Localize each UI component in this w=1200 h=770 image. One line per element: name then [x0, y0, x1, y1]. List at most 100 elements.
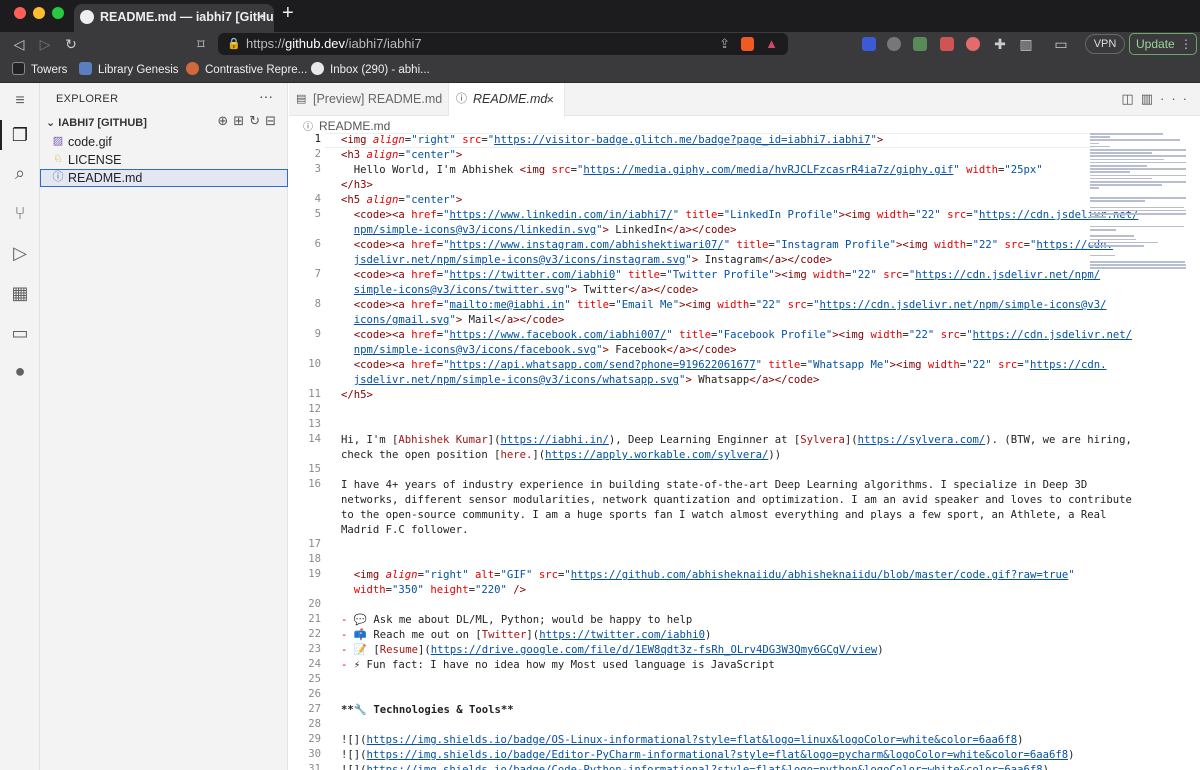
- minimap-line: [1090, 267, 1186, 269]
- split-editor-icon[interactable]: ▥: [1141, 91, 1160, 106]
- new-file-icon[interactable]: ⊕: [217, 113, 233, 128]
- sidebar-toggle-icon[interactable]: ▥: [1017, 35, 1035, 53]
- reload-icon[interactable]: ↻: [62, 35, 80, 53]
- line-number: 28: [308, 718, 321, 730]
- workspace-name: IABHI7 [GITHUB]: [58, 117, 147, 129]
- code-line: <h5 align="center">: [341, 194, 463, 206]
- files-icon[interactable]: ❐: [8, 123, 32, 147]
- new-tab-button[interactable]: +: [282, 2, 294, 25]
- file-item[interactable]: ♘ LICENSE: [40, 151, 288, 169]
- line-number: 22: [308, 628, 321, 640]
- refresh-icon[interactable]: ↻: [249, 113, 265, 128]
- menu-icon[interactable]: ≡: [8, 89, 32, 113]
- code-line: <code><a href="https://www.linkedin.com/…: [353, 209, 1139, 221]
- bookmark-label: Inbox (290) - abhi...: [330, 64, 430, 76]
- bookmark-label: Towers: [31, 64, 68, 76]
- line-number: 7: [314, 268, 321, 280]
- new-folder-icon[interactable]: ⊞: [233, 113, 249, 128]
- code-line: ![](https://img.shields.io/badge/Editor-…: [341, 749, 1075, 761]
- line-number: 11: [308, 388, 321, 400]
- editor-tabs: ▤ [Preview] README.md ⓘ README.md × ◫▥···: [289, 83, 1200, 117]
- forward-icon[interactable]: ▷: [36, 35, 54, 53]
- chevron-down-icon: ⌄: [46, 117, 59, 129]
- tab-close-icon[interactable]: ×: [256, 4, 264, 30]
- extension-icon[interactable]: [913, 37, 927, 51]
- bookmark-icon[interactable]: ⌑: [192, 35, 210, 53]
- source-control-icon[interactable]: ⑂: [8, 201, 32, 225]
- close-icon[interactable]: ×: [546, 83, 554, 116]
- bookmark-item[interactable]: Contrastive Repre...: [186, 62, 307, 77]
- more-icon[interactable]: ⋮: [1180, 34, 1192, 54]
- extension-icon[interactable]: [862, 37, 876, 51]
- bookmark-item[interactable]: Library Genesis: [79, 62, 179, 77]
- more-actions-icon[interactable]: ···: [259, 88, 273, 104]
- explorer-actions: ⊕⊞↻⊟: [217, 113, 281, 129]
- line-number: 8: [314, 298, 321, 310]
- tab-preview[interactable]: ▤ [Preview] README.md: [289, 83, 449, 116]
- browser-tab[interactable]: README.md — iabhi7 [GitHub] ×: [74, 4, 274, 32]
- address-bar[interactable]: 🔒 https://github.dev/iabhi7/iabhi7 ⇪ ▲: [218, 33, 788, 55]
- file-item[interactable]: ▨ code.gif: [40, 133, 288, 151]
- minimap[interactable]: [1090, 133, 1188, 313]
- file-item-selected[interactable]: ⓘ README.md: [40, 169, 288, 187]
- code-line: - ⚡ Fun fact: I have no idea how my Most…: [341, 659, 775, 671]
- search-icon[interactable]: ⌕: [8, 161, 32, 185]
- info-icon: ⓘ: [456, 93, 467, 105]
- more-actions-icon[interactable]: ···: [1160, 91, 1194, 106]
- bookmark-item[interactable]: Inbox (290) - abhi...: [311, 62, 430, 77]
- line-number: 10: [308, 358, 321, 370]
- minimap-line: [1090, 161, 1186, 164]
- open-preview-icon[interactable]: ◫: [1121, 91, 1140, 106]
- close-window-button[interactable]: [14, 7, 26, 19]
- line-number: 3: [314, 163, 321, 175]
- minimap-line: [1090, 213, 1186, 215]
- extension-icon[interactable]: [966, 37, 980, 51]
- preview-icon: ▤: [296, 93, 307, 105]
- tab-readme[interactable]: ⓘ README.md ×: [449, 83, 565, 117]
- line-number: 1: [314, 133, 321, 145]
- line-number: 17: [308, 538, 321, 550]
- code-line: ![](https://img.shields.io/badge/OS-Linu…: [341, 734, 1024, 746]
- code-line: </h5>: [341, 389, 373, 401]
- line-number: 31: [308, 763, 321, 770]
- line-number: 9: [314, 328, 321, 340]
- bookmark-item[interactable]: Towers: [12, 62, 67, 77]
- code-line: </h3>: [341, 179, 373, 191]
- code-line: to the open-source community. I am a hug…: [341, 509, 1107, 521]
- minimize-window-button[interactable]: [33, 7, 45, 19]
- brave-rewards-icon[interactable]: ▲: [765, 33, 778, 55]
- extensions-icon[interactable]: ▦: [8, 281, 32, 305]
- image-icon: ▨: [52, 135, 64, 147]
- vpn-button[interactable]: VPN: [1085, 34, 1125, 54]
- minimap-line: [1090, 142, 1099, 145]
- update-label: Update: [1136, 37, 1175, 51]
- github-icon[interactable]: ●: [8, 359, 32, 383]
- minimap-line: [1090, 197, 1186, 199]
- wallet-icon[interactable]: ▭: [1052, 35, 1070, 53]
- line-number: 27: [308, 703, 321, 715]
- info-icon: ⓘ: [303, 122, 313, 133]
- pocket-icon[interactable]: [940, 37, 954, 51]
- minimap-line: [1090, 155, 1186, 157]
- back-icon[interactable]: ◁: [10, 35, 28, 53]
- remote-icon[interactable]: ▭: [8, 321, 32, 345]
- paper-icon: [186, 62, 199, 75]
- minimap-line: [1090, 254, 1115, 257]
- collapse-all-icon[interactable]: ⊟: [265, 113, 281, 128]
- maximize-window-button[interactable]: [52, 7, 64, 19]
- minimap-line: [1090, 133, 1163, 135]
- shield-extension-icon[interactable]: [887, 37, 901, 51]
- minimap-line: [1090, 238, 1137, 241]
- puzzle-icon[interactable]: ✚: [991, 35, 1009, 53]
- code-line: - 📝 [Resume](https://drive.google.com/fi…: [341, 644, 884, 656]
- update-button[interactable]: Update ⋮: [1129, 33, 1197, 55]
- code-line: check the open position [here.](https://…: [341, 449, 782, 461]
- minimap-line: [1090, 264, 1186, 266]
- brave-shield-icon[interactable]: [741, 37, 754, 51]
- line-number: 29: [308, 733, 321, 745]
- url-path: /iabhi7/iabhi7: [345, 36, 422, 51]
- code-line: <code><a href="https://www.instagram.com…: [353, 239, 1113, 251]
- share-icon[interactable]: ⇪: [719, 33, 730, 55]
- run-debug-icon[interactable]: ▷: [8, 241, 32, 265]
- minimap-line: [1090, 235, 1134, 237]
